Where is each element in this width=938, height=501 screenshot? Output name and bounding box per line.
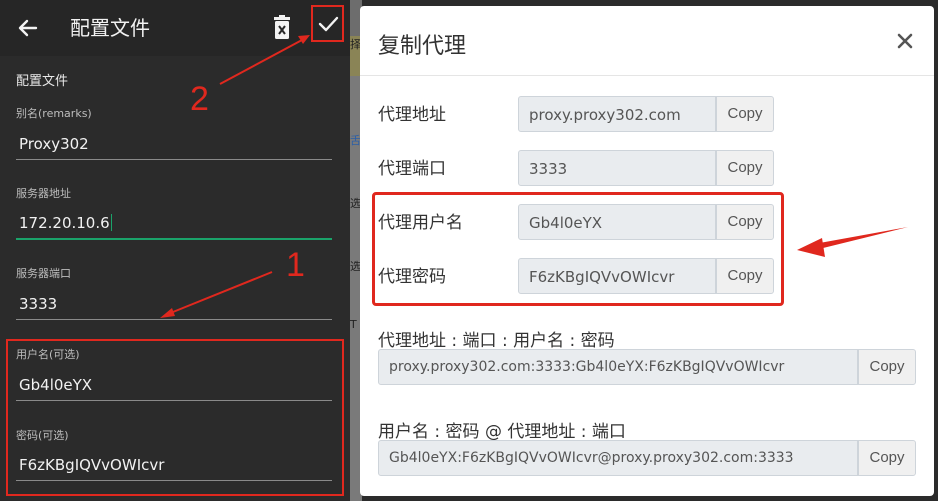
port-label: 服务器端口 [16,267,71,280]
android-config-screen: 配置文件 配置文件 别名(remarks) Proxy302 服务器地址 172… [0,0,350,501]
copy-port-button[interactable]: Copy [716,150,774,186]
port-underline [16,319,332,320]
server-input[interactable]: 172.20.10.6 [19,214,112,232]
combo2-label: 用户名 : 密码 @ 代理地址 : 端口 [378,422,626,442]
annotation-number-2: 2 [190,80,209,118]
credentials-highlight-box [6,339,344,496]
dialog-title: 复制代理 [378,34,467,59]
check-icon[interactable] [317,13,339,35]
copy-combo1-button[interactable]: Copy [858,349,916,385]
close-icon[interactable] [894,30,916,52]
proxy-port-label: 代理端口 [378,159,446,179]
username-password-highlight-box [372,192,784,306]
proxy-port-field[interactable]: 3333 [518,150,716,186]
text-cursor [110,214,112,231]
server-underline [16,238,332,240]
remarks-label: 别名(remarks) [16,107,92,120]
copy-combo2-button[interactable]: Copy [858,440,916,476]
delete-icon[interactable] [270,14,294,42]
combo2-field[interactable]: Gb4l0eYX:F6zKBgIQVvOWIcvr@proxy.proxy302… [378,440,858,476]
server-value: 172.20.10.6 [19,214,110,232]
copy-address-button[interactable]: Copy [716,96,774,132]
section-title: 配置文件 [16,74,69,89]
dialog-divider [360,75,934,76]
save-button-highlight[interactable] [311,5,344,42]
remarks-underline [16,159,332,160]
proxy-address-field[interactable]: proxy.proxy302.com [518,96,716,132]
remarks-input[interactable]: Proxy302 [19,135,89,153]
app-bar: 配置文件 [0,0,350,56]
back-arrow-icon[interactable] [14,14,42,42]
app-title: 配置文件 [70,16,150,40]
port-input[interactable]: 3333 [19,295,57,313]
annotation-number-1: 1 [286,246,305,284]
server-label: 服务器地址 [16,187,71,200]
proxy-address-label: 代理地址 [378,105,446,125]
combo1-label: 代理地址 : 端口 : 用户名 : 密码 [378,331,615,351]
combo1-field[interactable]: proxy.proxy302.com:3333:Gb4l0eYX:F6zKBgI… [378,349,858,385]
